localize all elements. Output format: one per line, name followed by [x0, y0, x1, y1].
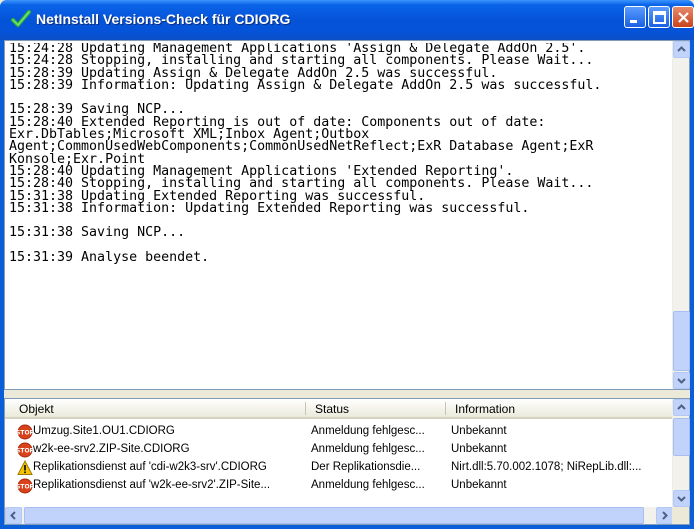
cell-objekt: Replikationsdienst auf 'w2k-ee-srv2'.ZIP…: [33, 479, 271, 491]
close-button[interactable]: [672, 6, 694, 28]
close-icon: [678, 12, 689, 23]
log-panel: 15:24:28 Updating Management Application…: [4, 40, 690, 390]
cell-information: Unbekannt: [451, 425, 507, 437]
stop-icon: STOP: [17, 424, 33, 440]
list-scroll-thumb[interactable]: [673, 418, 690, 456]
result-list: Objekt Status Information STOP Umzug.Sit…: [4, 398, 690, 525]
app-window: NetInstall Versions-Check für CDIORG 15:…: [0, 0, 694, 529]
cell-objekt: Replikationsdienst auf 'cdi-w2k3-srv'.CD…: [33, 461, 267, 473]
column-divider[interactable]: [305, 402, 306, 415]
chevron-down-icon: [677, 496, 686, 502]
scrollbar-corner: [672, 507, 689, 524]
minimize-icon: [630, 20, 637, 23]
chevron-right-icon: [662, 511, 668, 520]
list-item[interactable]: STOP w2k-ee-srv2.ZIP-Site.CDIORG Anmeldu…: [5, 441, 673, 459]
cell-status: Anmeldung fehlgesc...: [311, 425, 425, 437]
client-area: 15:24:28 Updating Management Application…: [4, 40, 690, 525]
list-item[interactable]: STOP Replikationsdienst auf 'w2k-ee-srv2…: [5, 477, 673, 495]
svg-text:STOP: STOP: [17, 448, 33, 455]
list-item[interactable]: Replikationsdienst auf 'cdi-w2k3-srv'.CD…: [5, 459, 673, 477]
maximize-icon: [653, 11, 666, 24]
log-vertical-scrollbar[interactable]: [672, 41, 690, 389]
cell-information: Nirt.dll:5.70.002.1078; NiRepLib.dll:...: [451, 461, 642, 473]
horizontal-scroll-thumb[interactable]: [24, 507, 644, 524]
stop-icon: STOP: [17, 478, 33, 494]
column-header-status[interactable]: Status: [315, 402, 349, 418]
list-scroll-up-button[interactable]: [673, 399, 690, 416]
window-title: NetInstall Versions-Check für CDIORG: [36, 11, 291, 27]
scroll-up-button[interactable]: [673, 41, 690, 58]
log-text: 15:24:28 Updating Management Application…: [9, 43, 602, 266]
list-horizontal-scrollbar[interactable]: [5, 507, 673, 524]
chevron-up-icon: [677, 46, 686, 52]
cell-objekt: w2k-ee-srv2.ZIP-Site.CDIORG: [33, 443, 190, 455]
column-divider[interactable]: [445, 402, 446, 415]
chevron-left-icon: [10, 511, 16, 520]
list-vertical-scrollbar[interactable]: [672, 399, 690, 507]
warning-icon: [17, 460, 33, 475]
scroll-left-button[interactable]: [5, 507, 22, 524]
scroll-thumb[interactable]: [673, 311, 690, 371]
list-header: Objekt Status Information: [5, 399, 673, 419]
minimize-button[interactable]: [624, 6, 646, 28]
cell-status: Der Replikationsdie...: [311, 461, 421, 473]
scroll-down-button[interactable]: [673, 372, 690, 389]
stop-icon: STOP: [17, 442, 33, 458]
maximize-button[interactable]: [648, 6, 670, 28]
cell-status: Anmeldung fehlgesc...: [311, 479, 425, 491]
chevron-down-icon: [677, 378, 686, 384]
cell-information: Unbekannt: [451, 479, 507, 491]
list-scroll-down-button[interactable]: [673, 490, 690, 507]
cell-objekt: Umzug.Site1.OU1.CDIORG: [33, 425, 175, 437]
list-item[interactable]: STOP Umzug.Site1.OU1.CDIORG Anmeldung fe…: [5, 423, 673, 441]
column-header-information[interactable]: Information: [455, 402, 515, 418]
scroll-right-button[interactable]: [656, 507, 673, 524]
column-header-objekt[interactable]: Objekt: [19, 402, 54, 418]
svg-text:STOP: STOP: [17, 484, 33, 491]
cell-status: Anmeldung fehlgesc...: [311, 443, 425, 455]
title-bar[interactable]: NetInstall Versions-Check für CDIORG: [0, 0, 694, 40]
svg-text:STOP: STOP: [17, 430, 33, 437]
chevron-up-icon: [677, 404, 686, 410]
cell-information: Unbekannt: [451, 443, 507, 455]
checkmark-icon: [11, 10, 31, 27]
